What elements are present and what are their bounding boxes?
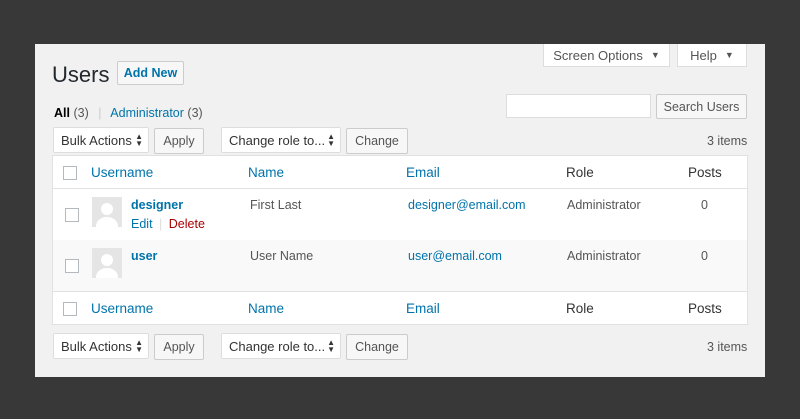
column-role-footer: Role xyxy=(566,301,594,316)
delete-link[interactable]: Delete xyxy=(169,217,205,231)
change-role-select-bottom[interactable]: Change role to... ▲ ▼ xyxy=(221,333,341,359)
bulk-actions-label: Bulk Actions xyxy=(61,338,132,354)
posts-cell[interactable]: 0 xyxy=(701,249,708,263)
users-table: Username Name Email Role Posts designer … xyxy=(52,155,748,325)
username-link[interactable]: designer xyxy=(131,198,183,212)
username-link[interactable]: user xyxy=(131,249,157,263)
column-username[interactable]: Username xyxy=(91,165,153,180)
filter-administrator[interactable]: Administrator xyxy=(110,106,184,120)
select-all-checkbox[interactable] xyxy=(63,166,77,180)
apply-button-bottom[interactable]: Apply xyxy=(154,334,204,360)
bulk-actions-label: Bulk Actions xyxy=(61,132,132,148)
name-cell: User Name xyxy=(250,249,314,263)
select-arrows-icon: ▲ ▼ xyxy=(327,132,335,148)
header-divider xyxy=(53,188,747,189)
row-checkbox[interactable] xyxy=(65,208,79,222)
footer-divider xyxy=(53,291,747,292)
filter-administrator-count: (3) xyxy=(187,106,203,120)
bulk-actions-select-bottom[interactable]: Bulk Actions ▲ ▼ xyxy=(53,333,149,359)
role-filter-links: All (3) | Administrator (3) xyxy=(54,106,203,120)
posts-cell[interactable]: 0 xyxy=(701,198,708,212)
avatar xyxy=(92,248,122,278)
change-role-label: Change role to... xyxy=(229,338,326,354)
table-row-alt xyxy=(53,240,747,291)
filter-separator: | xyxy=(98,106,102,120)
row-checkbox[interactable] xyxy=(65,259,79,273)
column-posts: Posts xyxy=(688,165,722,180)
filter-all-count: (3) xyxy=(73,106,89,120)
items-count-bottom: 3 items xyxy=(707,340,748,354)
column-name-footer[interactable]: Name xyxy=(248,301,284,316)
column-email[interactable]: Email xyxy=(406,165,440,180)
search-users-button[interactable]: Search Users xyxy=(656,94,747,119)
help-label: Help xyxy=(690,47,717,63)
column-username-footer[interactable]: Username xyxy=(91,301,153,316)
select-arrows-icon: ▲ ▼ xyxy=(327,338,335,354)
change-button-top[interactable]: Change xyxy=(346,128,408,154)
filter-all[interactable]: All xyxy=(54,106,70,120)
row-actions: Edit | Delete xyxy=(131,217,205,231)
bulk-actions-select-top[interactable]: Bulk Actions ▲ ▼ xyxy=(53,127,149,153)
column-role: Role xyxy=(566,165,594,180)
row-actions-separator: | xyxy=(159,217,163,231)
help-button[interactable]: Help ▼ xyxy=(677,44,747,67)
apply-button-top[interactable]: Apply xyxy=(154,128,204,154)
default-avatar-icon xyxy=(96,203,118,227)
edit-link[interactable]: Edit xyxy=(131,217,153,231)
select-arrows-icon: ▲ ▼ xyxy=(135,338,143,354)
change-role-label: Change role to... xyxy=(229,132,326,148)
name-cell: First Last xyxy=(250,198,302,212)
column-email-footer[interactable]: Email xyxy=(406,301,440,316)
screen-options-button[interactable]: Screen Options ▼ xyxy=(543,44,670,67)
page-title: Users xyxy=(52,62,110,87)
select-arrows-icon: ▲ ▼ xyxy=(135,132,143,148)
caret-down-icon: ▼ xyxy=(650,50,660,60)
email-link[interactable]: designer@email.com xyxy=(408,198,526,212)
items-count-top: 3 items xyxy=(707,134,748,148)
column-posts-footer: Posts xyxy=(688,301,722,316)
screen-options-label: Screen Options xyxy=(553,47,643,63)
default-avatar-icon xyxy=(96,254,118,278)
avatar xyxy=(92,197,122,227)
caret-down-icon: ▼ xyxy=(724,50,734,60)
column-name[interactable]: Name xyxy=(248,165,284,180)
role-cell: Administrator xyxy=(567,198,641,212)
change-role-select-top[interactable]: Change role to... ▲ ▼ xyxy=(221,127,341,153)
change-button-bottom[interactable]: Change xyxy=(346,334,408,360)
email-link[interactable]: user@email.com xyxy=(408,249,502,263)
role-cell: Administrator xyxy=(567,249,641,263)
select-all-checkbox-footer[interactable] xyxy=(63,302,77,316)
add-new-button[interactable]: Add New xyxy=(117,61,184,85)
search-input[interactable] xyxy=(506,94,651,118)
users-screen: Screen Options ▼ Help ▼ Users Add New Al… xyxy=(35,44,765,377)
